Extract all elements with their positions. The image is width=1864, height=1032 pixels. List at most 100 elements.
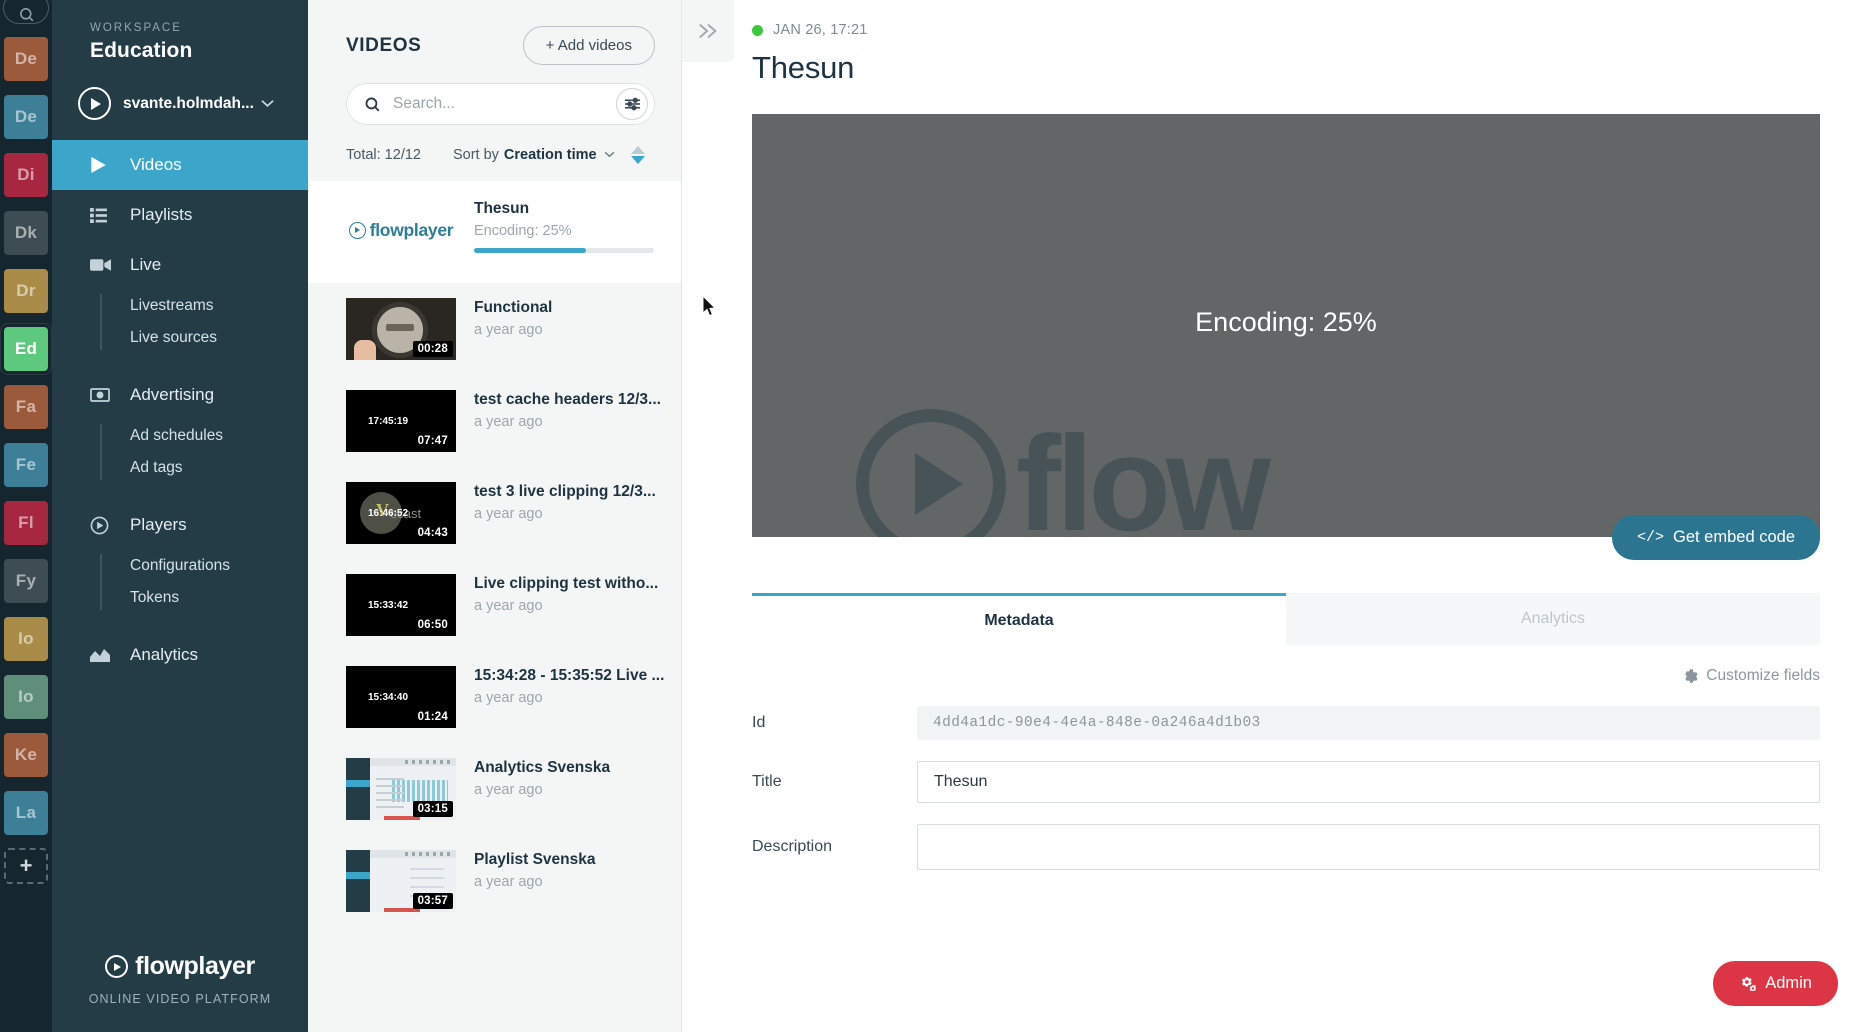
sidebar-item-videos[interactable]: Videos [52, 140, 308, 190]
sort-value[interactable]: Creation time [504, 147, 597, 163]
sidebar-item-label: Live [130, 255, 162, 274]
video-list-item[interactable]: flowplayer Thesun Encoding: 25% [308, 181, 681, 283]
workspace-search-icon[interactable] [3, 0, 49, 24]
video-duration: 01:24 [412, 709, 453, 725]
add-workspace-button[interactable]: + [4, 848, 48, 884]
workspace-item-io-11[interactable]: Io [4, 675, 48, 719]
search-input[interactable] [393, 95, 616, 113]
detail-title: Thesun [752, 50, 855, 85]
workspace-item-fe-7[interactable]: Fe [4, 443, 48, 487]
video-list-item[interactable]: 03:57 Playlist Svenska a year ago [308, 835, 681, 927]
video-subtitle: Encoding: 25% [474, 223, 572, 239]
video-list-item[interactable]: 15:34:40 01:24 15:34:28 - 15:35:52 Live ..… [308, 651, 681, 743]
video-list-item-body: Analytics Svenska a year ago [474, 758, 667, 798]
workspace-item-di-2[interactable]: Di [4, 153, 48, 197]
video-subtitle: a year ago [474, 414, 543, 430]
user-name: svante.holmdah... [123, 94, 254, 112]
video-player[interactable]: Encoding: 25% flow [752, 114, 1820, 537]
field-label: Id [752, 714, 766, 731]
sidebar-item-players[interactable]: Players [52, 500, 308, 550]
workspace-item-io-10[interactable]: Io [4, 617, 48, 661]
video-list-item-body: test 3 live clipping 12/3... a year ago [474, 482, 667, 522]
sliders-icon[interactable] [616, 88, 648, 120]
live-subnav: Livestreams Live sources [52, 290, 308, 354]
admin-label: Admin [1765, 974, 1812, 992]
status-row: JAN 26, 17:21 [752, 22, 1820, 38]
video-list-item-body: Functional a year ago [474, 298, 667, 338]
thumbnail-placeholder: flowplayer [346, 199, 456, 261]
field-label: Title [752, 773, 782, 790]
sidebar-item-live-sources[interactable]: Live sources [130, 322, 308, 354]
chevron-down-icon[interactable] [604, 149, 615, 161]
video-list-item[interactable]: 15:33:42 06:50 Live clipping test witho...… [308, 559, 681, 651]
advertising-subnav: Ad schedules Ad tags [52, 420, 308, 484]
video-list-item[interactable]: 03:15 Analytics Svenska a year ago [308, 743, 681, 835]
workspace-item-ed-5[interactable]: Ed [4, 327, 48, 371]
workspace-item-fy-9[interactable]: Fy [4, 559, 48, 603]
embed-row: </> Get embed code [752, 515, 1820, 560]
sidebar-item-ad-schedules[interactable]: Ad schedules [130, 420, 308, 452]
sidebar-item-label: Playlists [130, 205, 193, 224]
field-title: Title [752, 761, 1820, 803]
list-icon [90, 207, 114, 223]
sort-ascending-icon[interactable] [630, 146, 645, 154]
video-list-item-body: Live clipping test witho... a year ago [474, 574, 667, 614]
video-list-item-body: 15:34:28 - 15:35:52 Live ... a year ago [474, 666, 667, 706]
sidebar-item-live[interactable]: Live [52, 240, 308, 290]
workspace-item-de-1[interactable]: De [4, 95, 48, 139]
workspace-item-dk-3[interactable]: Dk [4, 211, 48, 255]
workspace-item-fa-6[interactable]: Fa [4, 385, 48, 429]
video-thumbnail: 03:57 [346, 850, 456, 912]
workspace-item-la-13[interactable]: La [4, 791, 48, 835]
video-title: test cache headers 12/3... [474, 391, 661, 408]
get-embed-code-button[interactable]: </> Get embed code [1611, 515, 1820, 560]
workspace-item-de-0[interactable]: De [4, 37, 48, 81]
tab-metadata[interactable]: Metadata [752, 593, 1286, 645]
video-title: Thesun [474, 200, 530, 217]
thumbnail-timestamp: 17:45:19 [368, 416, 409, 427]
sort-descending-icon[interactable] [630, 156, 645, 164]
sidebar-item-playlists[interactable]: Playlists [52, 190, 308, 240]
add-videos-button[interactable]: + Add videos [522, 26, 655, 65]
video-duration: 04:43 [412, 525, 453, 541]
tab-analytics[interactable]: Analytics [1286, 593, 1820, 645]
sidebar-item-configurations[interactable]: Configurations [130, 550, 308, 582]
sidebar-item-label: Advertising [130, 385, 215, 404]
code-icon: </> [1636, 529, 1664, 546]
video-list-item[interactable]: 17:45:19 07:47 test cache headers 12/3... a… [308, 375, 681, 467]
description-input[interactable] [917, 824, 1820, 870]
sidebar-item-tokens[interactable]: Tokens [130, 582, 308, 614]
video-list-item[interactable]: 00:28 Functional a year ago [308, 283, 681, 375]
search-bar[interactable] [346, 83, 655, 125]
sidebar-item-livestreams[interactable]: Livestreams [130, 290, 308, 322]
customize-fields-button[interactable]: Customize fields [1683, 667, 1820, 685]
user-menu[interactable]: svante.holmdah... [52, 73, 308, 138]
sidebar-item-analytics[interactable]: Analytics [52, 630, 308, 680]
title-input[interactable] [917, 761, 1820, 803]
workspace-item-ke-12[interactable]: Ke [4, 733, 48, 777]
video-thumbnail: 17:45:19 07:47 [346, 390, 456, 452]
sidebar-item-advertising[interactable]: Advertising [52, 370, 308, 420]
video-list-item-body: Playlist Svenska a year ago [474, 850, 667, 890]
brand-name: flowplayer [135, 952, 255, 980]
workspace-item-dr-4[interactable]: Dr [4, 269, 48, 313]
sort-direction-toggle[interactable] [630, 146, 645, 164]
mouse-cursor [702, 294, 717, 322]
play-triangle-icon [90, 156, 114, 174]
thumbnail-timestamp: 15:33:42 [368, 600, 409, 611]
video-title: Functional [474, 299, 553, 316]
field-id: Id 4dd4a1dc-90e4-4e4a-848e-0a246a4d1b03 [752, 706, 1820, 740]
workspace-item-fl-8[interactable]: Fl [4, 501, 48, 545]
player-status-text: Encoding: 25% [1195, 307, 1377, 337]
video-list-item[interactable]: Vecast 16:46:52 04:43 test 3 live clipping … [308, 467, 681, 559]
brand-tagline: ONLINE VIDEO PLATFORM [88, 992, 272, 1006]
field-description: Description [752, 824, 1820, 870]
admin-button[interactable]: Admin [1713, 961, 1838, 1006]
sidebar-item-ad-tags[interactable]: Ad tags [130, 452, 308, 484]
sidebar-item-label: Videos [130, 155, 182, 174]
video-list-header: VIDEOS + Add videos Search... Total: 12/… [308, 0, 681, 181]
collapse-panel-button[interactable] [682, 0, 734, 62]
video-title: test 3 live clipping 12/3... [474, 483, 656, 500]
video-duration: 06:50 [412, 617, 453, 633]
